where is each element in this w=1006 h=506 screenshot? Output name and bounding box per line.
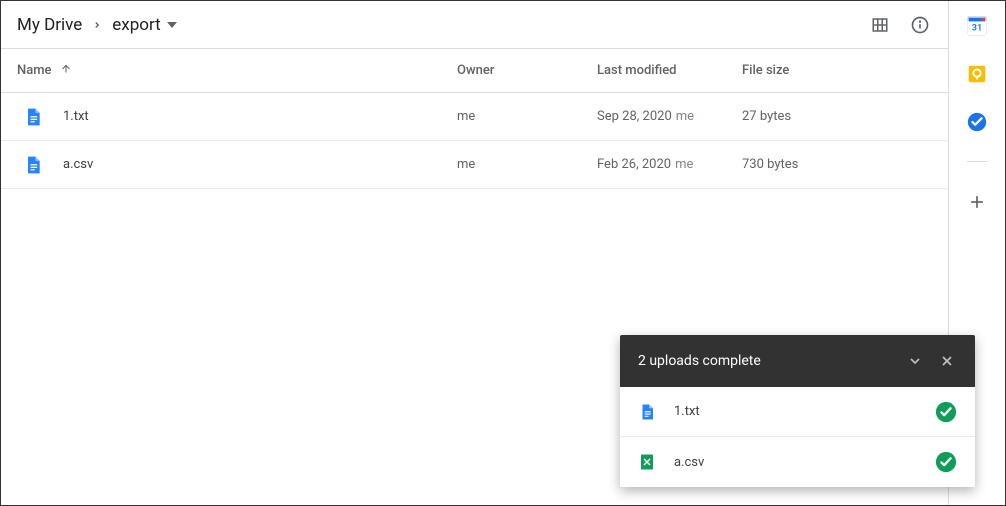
file-row[interactable]: 1.txt me Sep 28, 2020 me 27 bytes xyxy=(1,93,948,141)
file-name: a.csv xyxy=(63,157,93,172)
breadcrumb-current-label: export xyxy=(112,15,160,35)
breadcrumb-root[interactable]: My Drive xyxy=(17,15,82,35)
chevron-right-icon xyxy=(92,15,102,35)
calendar-icon[interactable]: 31 xyxy=(966,15,988,37)
svg-text:31: 31 xyxy=(972,24,982,34)
file-name-cell: 1.txt xyxy=(17,107,457,127)
success-check-icon xyxy=(935,401,957,423)
info-button[interactable] xyxy=(908,13,932,37)
upload-item-name: a.csv xyxy=(674,455,935,470)
sheets-green-icon xyxy=(638,453,656,471)
column-header-name[interactable]: Name xyxy=(17,63,457,79)
tasks-icon[interactable] xyxy=(966,111,988,133)
upload-item-name: 1.txt xyxy=(674,404,935,419)
upload-popup-title: 2 uploads complete xyxy=(638,353,893,369)
topbar-actions xyxy=(868,13,932,37)
file-modified-date: Feb 26, 2020 xyxy=(597,157,671,172)
file-modified: Sep 28, 2020 me xyxy=(597,109,742,124)
upload-popup-header: 2 uploads complete xyxy=(620,335,975,387)
file-modified-by: me xyxy=(675,157,693,172)
grid-view-button[interactable] xyxy=(868,13,892,37)
file-name-cell: a.csv xyxy=(17,155,457,175)
column-header-modified[interactable]: Last modified xyxy=(597,63,742,78)
table-header: Name Owner Last modified File size xyxy=(1,49,948,93)
file-size: 27 bytes xyxy=(742,109,932,124)
upload-item[interactable]: a.csv xyxy=(620,437,975,487)
upload-status-popup: 2 uploads complete 1.txt a.csv xyxy=(620,335,975,487)
breadcrumb: My Drive export xyxy=(17,15,868,35)
file-name: 1.txt xyxy=(63,109,89,124)
file-owner: me xyxy=(457,157,597,172)
divider xyxy=(967,161,987,162)
keep-icon[interactable] xyxy=(966,63,988,85)
file-modified: Feb 26, 2020 me xyxy=(597,157,742,172)
column-header-size[interactable]: File size xyxy=(742,63,932,78)
upload-item[interactable]: 1.txt xyxy=(620,387,975,437)
docs-blue-icon xyxy=(638,403,656,421)
arrow-up-icon xyxy=(60,63,72,79)
success-check-icon xyxy=(935,451,957,473)
caret-down-icon xyxy=(167,15,177,35)
file-modified-by: me xyxy=(676,109,694,124)
close-button[interactable] xyxy=(937,351,957,371)
add-button[interactable] xyxy=(967,192,987,218)
topbar: My Drive export xyxy=(1,1,948,49)
column-header-owner[interactable]: Owner xyxy=(457,63,597,78)
file-size: 730 bytes xyxy=(742,157,932,172)
docs-blue-icon xyxy=(23,155,43,175)
file-owner: me xyxy=(457,109,597,124)
column-name-label: Name xyxy=(17,63,52,78)
file-modified-date: Sep 28, 2020 xyxy=(597,109,672,124)
breadcrumb-current[interactable]: export xyxy=(112,15,176,35)
docs-blue-icon xyxy=(23,107,43,127)
collapse-button[interactable] xyxy=(905,351,925,371)
file-row[interactable]: a.csv me Feb 26, 2020 me 730 bytes xyxy=(1,141,948,189)
